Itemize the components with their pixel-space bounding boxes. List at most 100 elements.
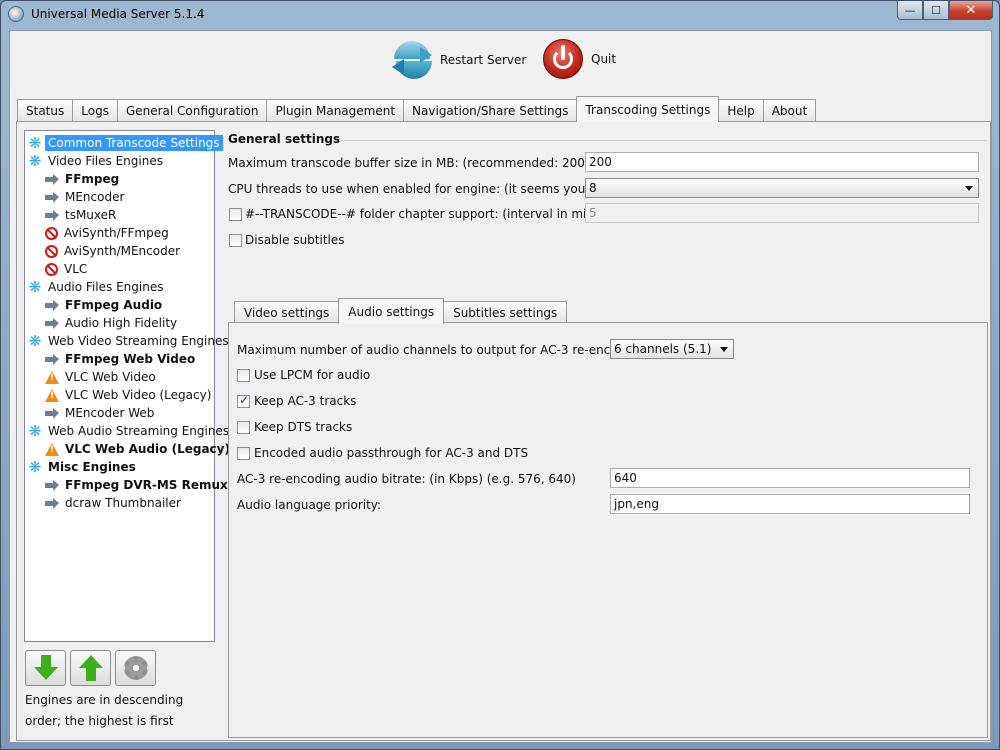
tree-item-label: tsMuxeR <box>65 208 117 222</box>
tab-status[interactable]: Status <box>17 99 74 122</box>
tab-logs[interactable]: Logs <box>72 99 118 122</box>
app-window: Universal Media Server 5.1.4 — ☐ ✕ Resta… <box>0 0 1000 750</box>
audio-channels-value: 6 channels (5.1) <box>614 342 712 356</box>
tree-item-label: VLC <box>64 262 88 276</box>
tab-about[interactable]: About <box>762 99 817 122</box>
toggle-engine-button[interactable] <box>115 650 156 686</box>
flower-icon: ❋ <box>28 278 42 296</box>
tree-item[interactable]: tsMuxeR <box>25 206 214 224</box>
tree-item[interactable]: MEncoder <box>25 188 214 206</box>
tree-item-label: FFmpeg Audio <box>65 298 163 312</box>
main-tab-bar: Status Logs General Configuration Plugin Ma… <box>17 96 817 122</box>
arrow-icon <box>45 496 59 510</box>
tab-transcoding-settings[interactable]: Transcoding Settings <box>576 96 720 122</box>
tree-item[interactable]: VLC Web Video <box>25 368 214 386</box>
tree-item-label: MEncoder Web <box>65 406 155 420</box>
sub-tab-bar: Video settings Audio settings Subtitles se… <box>234 298 568 324</box>
keep-dts-checkbox[interactable] <box>237 421 250 434</box>
tree-item[interactable]: ❋ Web Video Streaming Engines <box>25 332 229 350</box>
tree-item[interactable]: AviSynth/MEncoder <box>25 242 214 260</box>
disable-subtitles-checkbox[interactable] <box>229 234 242 247</box>
arrow-icon <box>45 298 59 312</box>
tree-item[interactable]: FFmpeg Audio <box>25 296 214 314</box>
title-bar[interactable]: Universal Media Server 5.1.4 — ☐ ✕ <box>1 1 999 29</box>
engine-order-buttons <box>25 650 156 686</box>
disabled-icon <box>45 262 58 276</box>
passthrough-checkbox[interactable] <box>237 447 250 460</box>
quit-label: Quit <box>591 52 617 66</box>
tree-item-label: Web Video Streaming Engines <box>48 334 229 348</box>
restart-server-button[interactable]: Restart Server <box>392 37 526 83</box>
chapter-support-checkbox[interactable] <box>229 208 242 221</box>
cpu-threads-label: CPU threads to use when enabled for engi… <box>228 182 635 196</box>
arrow-icon <box>45 190 59 204</box>
tree-item[interactable]: VLC Web Audio (Legacy) <box>25 440 230 458</box>
audio-channels-label: Maximum number of audio channels to outp… <box>237 343 648 357</box>
subtab-subtitles-settings[interactable]: Subtitles settings <box>443 301 568 324</box>
engine-tree[interactable]: ❋ Common Transcode Settings ❋ Video Files E… <box>24 130 230 642</box>
maximize-icon: ☐ <box>931 3 941 17</box>
minimize-button[interactable]: — <box>897 1 923 20</box>
bitrate-label: AC-3 re-encoding audio bitrate: (in Kbps… <box>237 472 576 486</box>
tree-item[interactable]: FFmpeg <box>25 170 214 188</box>
tab-help[interactable]: Help <box>718 99 764 122</box>
tree-item[interactable]: AviSynth/FFmpeg <box>25 224 214 242</box>
tree-item[interactable]: ❋ Common Transcode Settings <box>25 134 223 152</box>
close-button[interactable]: ✕ <box>949 1 993 20</box>
tree-item[interactable]: FFmpeg Web Video <box>25 350 214 368</box>
flower-icon: ❋ <box>28 134 42 152</box>
tree-item[interactable]: FFmpeg DVR-MS Remux <box>25 476 228 494</box>
bitrate-input[interactable]: 640 <box>610 468 970 488</box>
tree-item[interactable]: ❋ Audio Files Engines <box>25 278 214 296</box>
tree-item[interactable]: ❋ Video Files Engines <box>25 152 214 170</box>
cpu-threads-select[interactable]: 8 <box>585 178 979 198</box>
gear-icon <box>123 656 148 680</box>
tab-plugin-management[interactable]: Plugin Management <box>266 99 405 122</box>
tree-item-label: Video Files Engines <box>48 154 163 168</box>
restart-server-label: Restart Server <box>440 53 527 67</box>
tree-item[interactable]: VLC <box>25 260 214 278</box>
flower-icon: ❋ <box>28 422 42 440</box>
power-icon <box>543 39 583 79</box>
passthrough-label: Encoded audio passthrough for AC-3 and D… <box>254 446 529 460</box>
tree-item[interactable]: ❋ Web Audio Streaming Engines <box>25 422 229 440</box>
keep-ac3-checkbox[interactable] <box>237 393 250 408</box>
move-down-button[interactable] <box>25 650 66 686</box>
disable-subtitles-label: Disable subtitles <box>245 233 345 247</box>
tab-general-configuration[interactable]: General Configuration <box>116 99 268 122</box>
subtab-audio-settings[interactable]: Audio settings <box>338 298 445 324</box>
close-icon: ✕ <box>965 2 977 18</box>
arrow-icon <box>45 172 59 186</box>
audio-language-input[interactable]: jpn,eng <box>610 494 970 514</box>
chapter-interval-input[interactable]: 5 <box>585 203 979 223</box>
tree-item[interactable]: Audio High Fidelity <box>25 314 214 332</box>
tree-item[interactable]: dcraw Thumbnailer <box>25 494 214 512</box>
app-logo-icon <box>8 6 24 22</box>
client-area: Restart Server Quit Status Logs General Co… <box>9 30 992 743</box>
cpu-threads-value: 8 <box>589 181 597 195</box>
flower-icon: ❋ <box>28 458 42 476</box>
buffer-size-input[interactable]: 200 <box>585 152 979 172</box>
flower-icon: ❋ <box>28 152 42 170</box>
tree-item[interactable]: MEncoder Web <box>25 404 214 422</box>
tree-item-label: Audio High Fidelity <box>65 316 178 330</box>
arrow-down-icon <box>33 655 58 681</box>
warning-icon <box>45 388 59 402</box>
use-lpcm-checkbox[interactable] <box>237 369 250 382</box>
window-title: Universal Media Server 5.1.4 <box>31 7 205 21</box>
tree-item[interactable]: VLC Web Video (Legacy) <box>25 386 214 404</box>
maximize-button[interactable]: ☐ <box>923 1 949 20</box>
move-up-button[interactable] <box>70 650 111 686</box>
use-lpcm-label: Use LPCM for audio <box>254 368 371 382</box>
subtab-video-settings[interactable]: Video settings <box>234 301 340 324</box>
tree-item-label: Audio Files Engines <box>48 280 164 294</box>
tree-item[interactable]: ❋ Misc Engines <box>25 458 214 476</box>
warning-icon <box>45 370 59 384</box>
warning-icon <box>45 442 59 456</box>
audio-channels-select[interactable]: 6 channels (5.1) <box>610 339 734 359</box>
arrow-icon <box>45 352 59 366</box>
tree-item-label: AviSynth/MEncoder <box>64 244 181 258</box>
tab-navigation-share-settings[interactable]: Navigation/Share Settings <box>403 99 578 122</box>
tree-item-label: MEncoder <box>65 190 125 204</box>
quit-button[interactable]: Quit <box>543 39 616 79</box>
